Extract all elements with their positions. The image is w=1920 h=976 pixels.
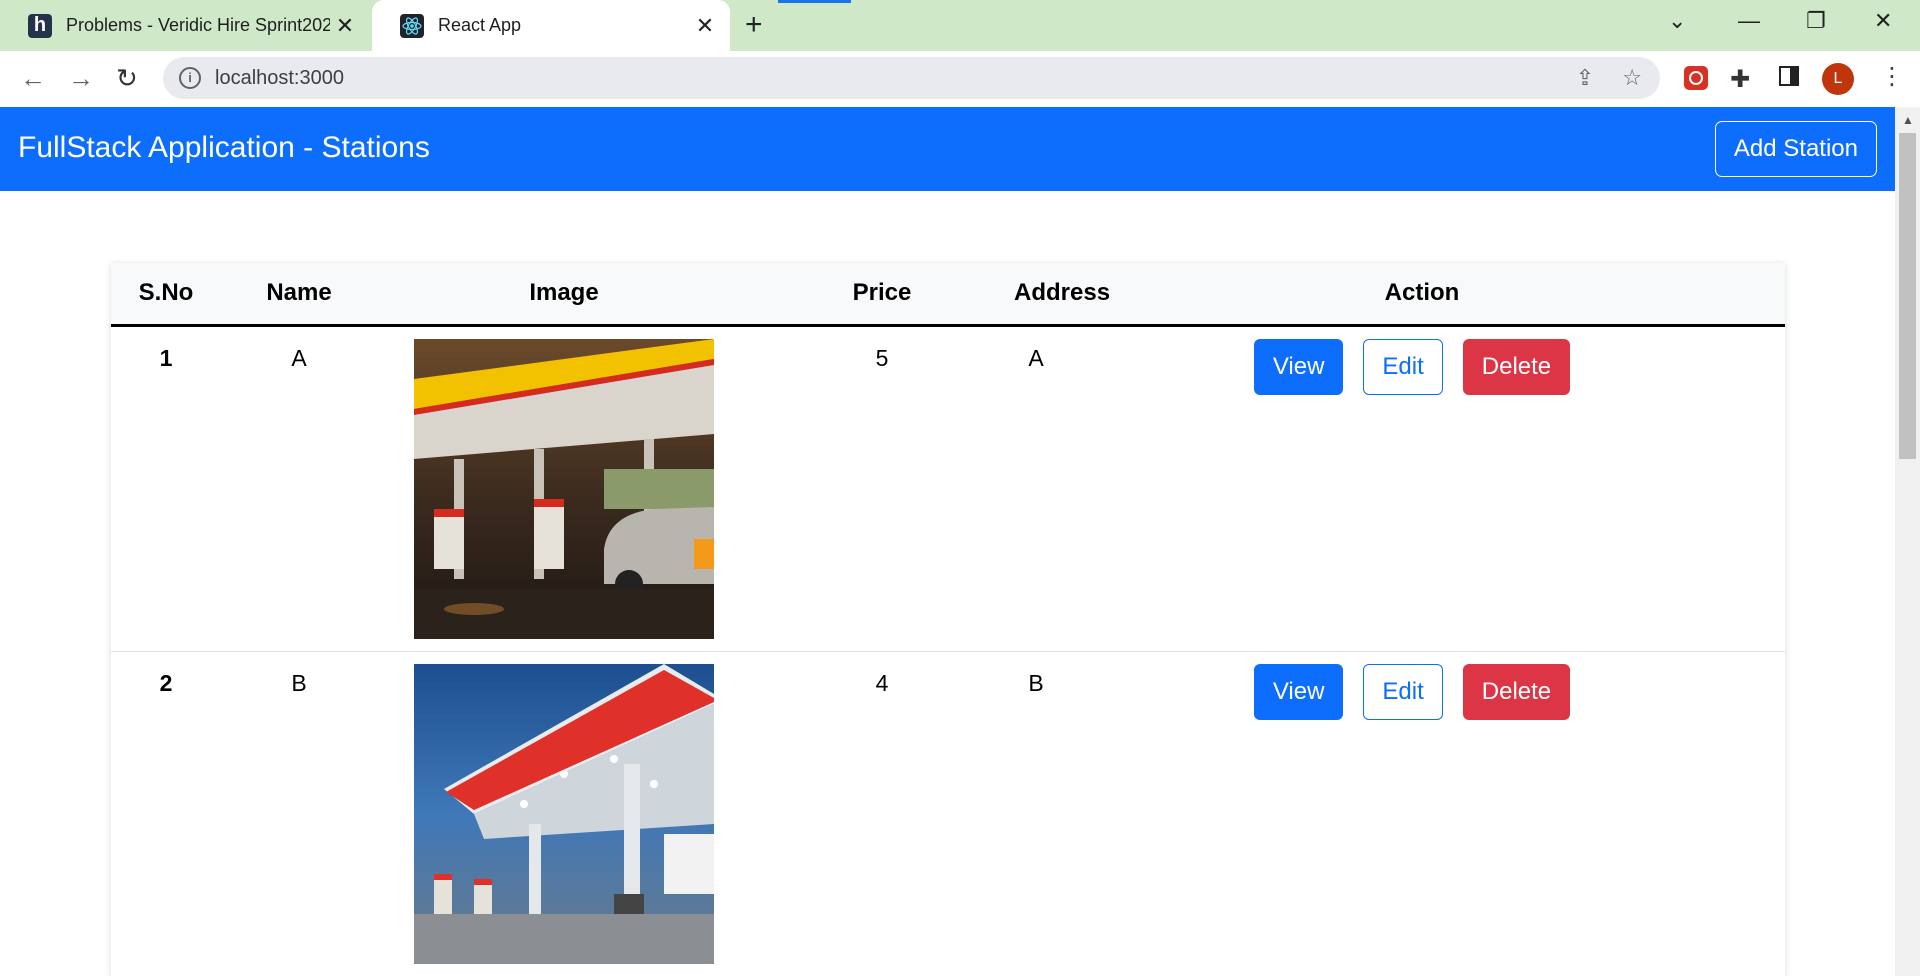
cell-price: 4 — [875, 669, 889, 696]
back-icon[interactable]: ← — [20, 63, 46, 94]
view-button[interactable]: View — [1253, 338, 1344, 395]
loading-indicator — [778, 0, 851, 3]
tab-title: Problems - Veridic Hire Sprint202 — [66, 15, 330, 35]
cell-address: B — [1028, 669, 1044, 696]
address-bar[interactable]: i localhost:3000 ⇪ ☆ — [163, 57, 1660, 99]
cell-name: B — [291, 669, 307, 696]
cell-sno: 1 — [159, 344, 173, 371]
browser-tab-strip: h Problems - Veridic Hire Sprint202 ✕ Re… — [0, 0, 1920, 51]
table-row: 2 B 4 B View Edit Delete — [111, 651, 1785, 976]
restore-icon[interactable]: ❐ — [1806, 8, 1826, 34]
cell-address: A — [1028, 344, 1044, 371]
cell-actions: View Edit Delete — [1059, 325, 1785, 651]
scroll-up-icon[interactable]: ▲ — [1902, 113, 1914, 127]
cell-actions: View Edit Delete — [1059, 651, 1785, 976]
bookmark-star-icon[interactable]: ☆ — [1622, 65, 1642, 91]
minimize-icon[interactable]: — — [1738, 8, 1760, 34]
header-address: Address — [1014, 279, 1111, 307]
cell-image — [377, 325, 751, 651]
page-scrollbar[interactable]: ▲ — [1895, 107, 1920, 976]
close-tab-icon[interactable]: ✕ — [690, 13, 720, 39]
hackerearth-favicon-icon: h — [28, 13, 52, 38]
extension-icon[interactable] — [1683, 65, 1709, 96]
add-station-button[interactable]: Add Station — [1714, 121, 1877, 177]
window-close-icon[interactable]: ✕ — [1874, 8, 1892, 34]
reload-icon[interactable]: ↻ — [116, 63, 138, 94]
browser-toolbar: ← → ↻ i localhost:3000 ⇪ ☆ ✚ — [0, 51, 1920, 108]
header-sno: S.No — [138, 279, 194, 307]
close-tab-icon[interactable]: ✕ — [330, 13, 360, 39]
table-header-row: S.No Name Image Price Address Action — [111, 263, 1785, 325]
cell-sno: 2 — [159, 669, 173, 696]
header-action: Action — [1384, 279, 1460, 307]
react-icon — [400, 13, 424, 38]
delete-button[interactable]: Delete — [1462, 338, 1571, 395]
table-row: 1 A 5 A View Edit Delete — [111, 325, 1785, 651]
cell-name: A — [291, 344, 307, 371]
extensions-puzzle-icon[interactable]: ✚ — [1730, 65, 1750, 94]
header-price: Price — [852, 279, 912, 307]
cell-image — [377, 651, 751, 976]
edit-button[interactable]: Edit — [1363, 663, 1443, 720]
tab-title: React App — [438, 15, 522, 35]
header-image: Image — [529, 279, 599, 307]
browser-tab-problems[interactable]: h Problems - Veridic Hire Sprint202 ✕ — [0, 0, 370, 51]
browser-tab-react-app[interactable]: React App ✕ — [372, 0, 730, 51]
site-info-icon[interactable]: i — [179, 67, 201, 89]
view-button[interactable]: View — [1253, 663, 1344, 720]
gas-station-photo-daytime — [414, 338, 714, 639]
app-navbar: FullStack Application - Stations Add Sta… — [0, 107, 1895, 191]
share-icon[interactable]: ⇪ — [1576, 65, 1594, 91]
forward-icon[interactable]: → — [68, 63, 94, 94]
scrollbar-thumb[interactable] — [1899, 133, 1916, 459]
gas-station-photo-dusk — [414, 663, 714, 964]
new-tab-icon[interactable]: + — [745, 8, 763, 42]
edit-button[interactable]: Edit — [1363, 338, 1443, 395]
tab-search-chevron-icon[interactable]: ⌄ — [1668, 8, 1686, 34]
header-name: Name — [266, 279, 332, 307]
browser-menu-icon[interactable]: ⋮ — [1880, 62, 1904, 91]
stations-table-container: S.No Name Image Price Address Action 1 A — [111, 263, 1785, 976]
cell-price: 5 — [875, 344, 889, 371]
delete-button[interactable]: Delete — [1462, 663, 1571, 720]
page-viewport: FullStack Application - Stations Add Sta… — [0, 107, 1895, 976]
url-text: localhost:3000 — [215, 66, 344, 89]
stations-table: S.No Name Image Price Address Action 1 A — [111, 263, 1785, 976]
navbar-brand[interactable]: FullStack Application - Stations — [18, 131, 430, 165]
side-panel-icon[interactable] — [1778, 65, 1800, 92]
profile-avatar[interactable]: L — [1822, 63, 1854, 95]
